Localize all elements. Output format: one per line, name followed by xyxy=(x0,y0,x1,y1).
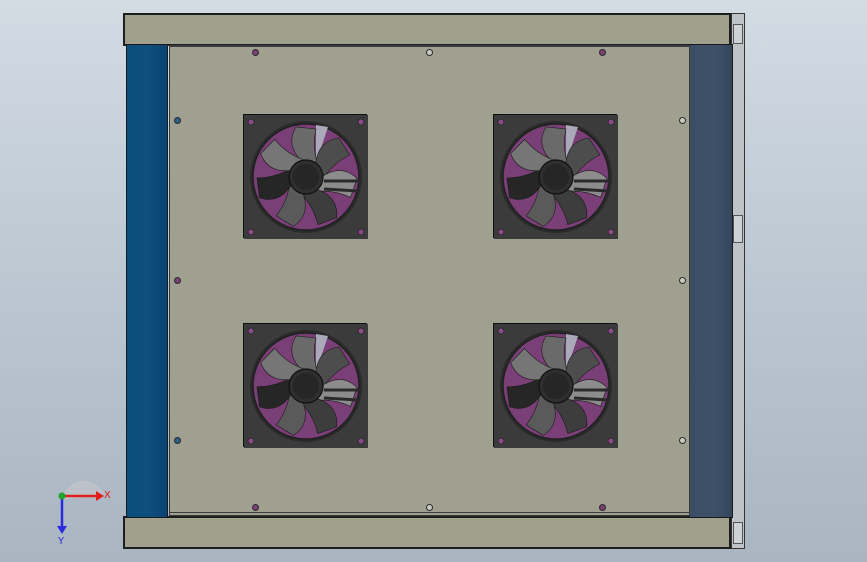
fan-top-right[interactable] xyxy=(493,114,618,239)
fan-bottom-right[interactable] xyxy=(493,323,618,448)
mount-hole xyxy=(174,437,181,444)
mount-hole xyxy=(252,49,259,56)
mount-hole xyxy=(679,437,686,444)
fan-top-left[interactable] xyxy=(243,114,368,239)
mount-hole xyxy=(426,504,433,511)
mount-hole xyxy=(252,504,259,511)
graphics-area[interactable]: X Y xyxy=(0,0,867,562)
fan-bottom-left[interactable] xyxy=(243,323,368,448)
mount-hole xyxy=(679,277,686,284)
right-end-tab-middle xyxy=(733,215,743,243)
mount-hole xyxy=(679,117,686,124)
y-axis-label: Y xyxy=(57,536,65,547)
plate-bottom-edge xyxy=(169,512,690,513)
plate-top-edge xyxy=(169,46,690,47)
mount-hole xyxy=(426,49,433,56)
coordinate-triad: X Y xyxy=(40,478,130,548)
mount-hole xyxy=(174,277,181,284)
left-side-panel[interactable] xyxy=(126,44,168,518)
right-end-strip[interactable] xyxy=(731,13,745,549)
bottom-rail[interactable] xyxy=(123,516,731,549)
right-side-panel[interactable] xyxy=(689,44,733,518)
top-rail[interactable] xyxy=(123,13,731,46)
mount-hole xyxy=(174,117,181,124)
right-end-tab-top xyxy=(733,24,743,44)
mount-hole xyxy=(599,49,606,56)
right-end-tab-bottom xyxy=(733,522,743,544)
x-axis-label: X xyxy=(104,490,111,501)
mount-hole xyxy=(599,504,606,511)
